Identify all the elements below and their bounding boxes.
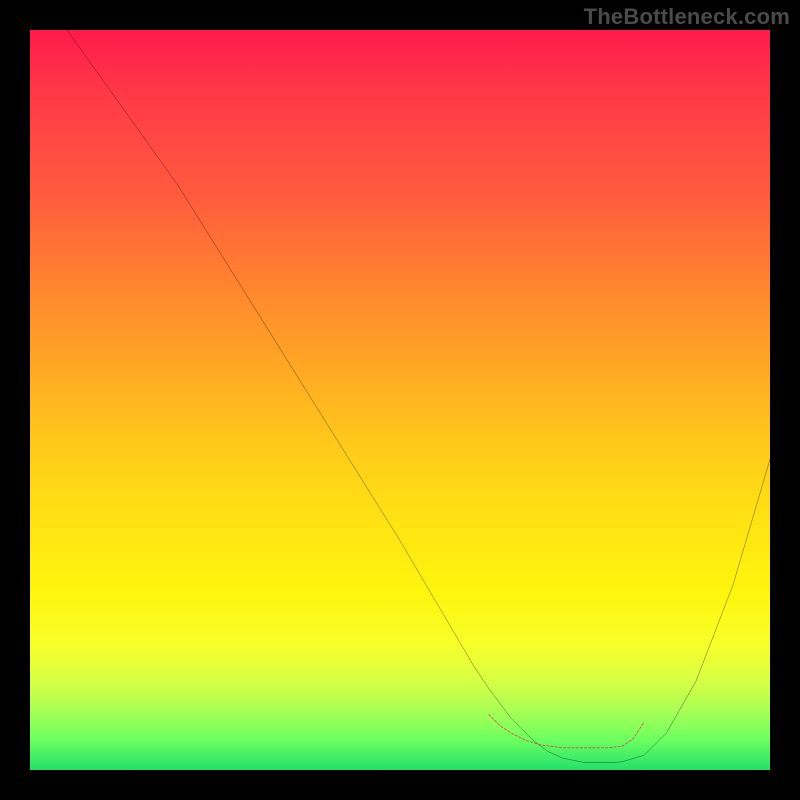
bottleneck-curve [67, 30, 770, 763]
chart-svg [30, 30, 770, 770]
chart-frame: TheBottleneck.com [0, 0, 800, 800]
plot-area [30, 30, 770, 770]
watermark-text: TheBottleneck.com [584, 4, 790, 30]
